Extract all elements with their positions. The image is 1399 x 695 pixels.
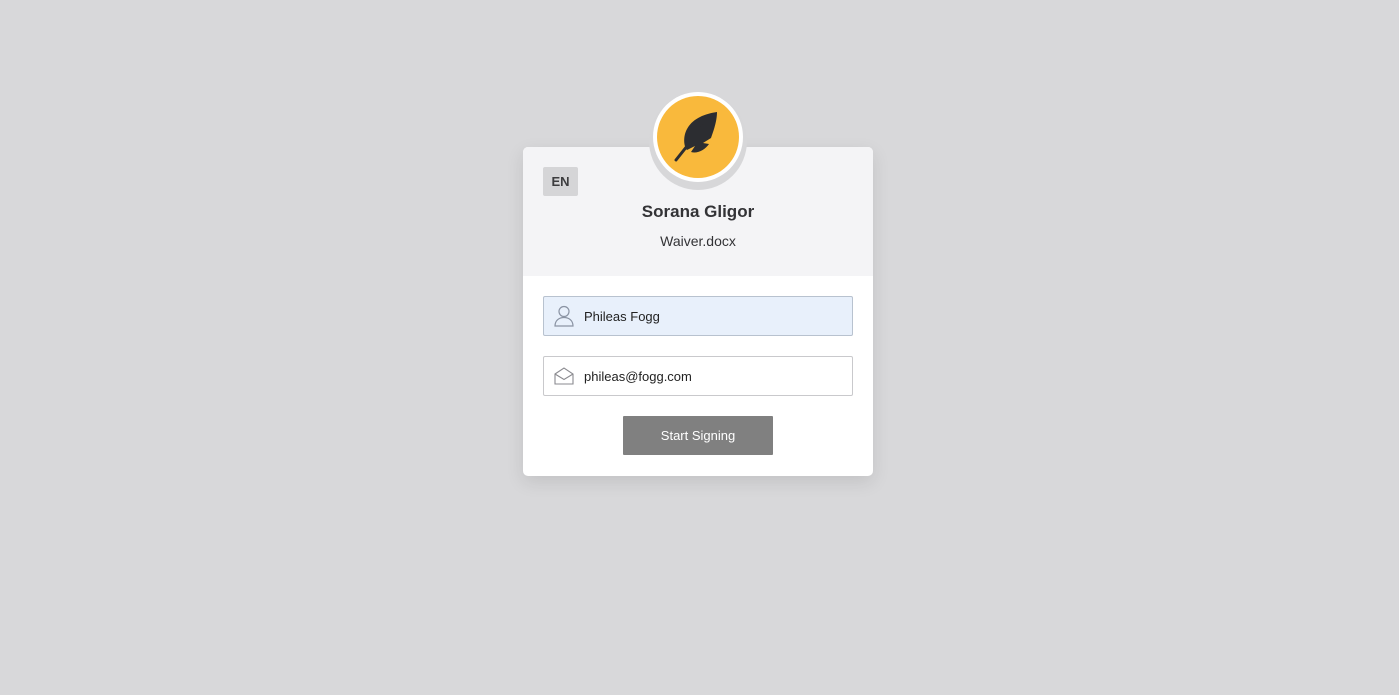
card-body: Start Signing — [523, 276, 873, 455]
sender-name: Sorana Gligor — [641, 202, 755, 221]
signing-card: EN Sorana Gligor Waiver.docx Phileas Fog… — [523, 92, 873, 476]
person-icon — [544, 297, 584, 335]
envelope-icon — [544, 357, 584, 395]
avatar — [649, 92, 747, 190]
card-header: EN Sorana Gligor Waiver.docx — [523, 92, 873, 276]
feather-icon — [674, 112, 717, 162]
email-field[interactable] — [543, 356, 853, 396]
document-name: Waiver.docx — [660, 233, 736, 249]
signing-page: EN Sorana Gligor Waiver.docx Phileas Fog… — [0, 0, 1399, 695]
name-field[interactable] — [543, 296, 853, 336]
name-input[interactable] — [584, 308, 844, 324]
email-input[interactable] — [584, 368, 844, 384]
start-signing-button[interactable]: Start Signing — [623, 416, 773, 455]
language-selector[interactable]: EN — [543, 167, 578, 196]
avatar-circle — [657, 96, 739, 178]
avatar-frame — [653, 92, 743, 182]
